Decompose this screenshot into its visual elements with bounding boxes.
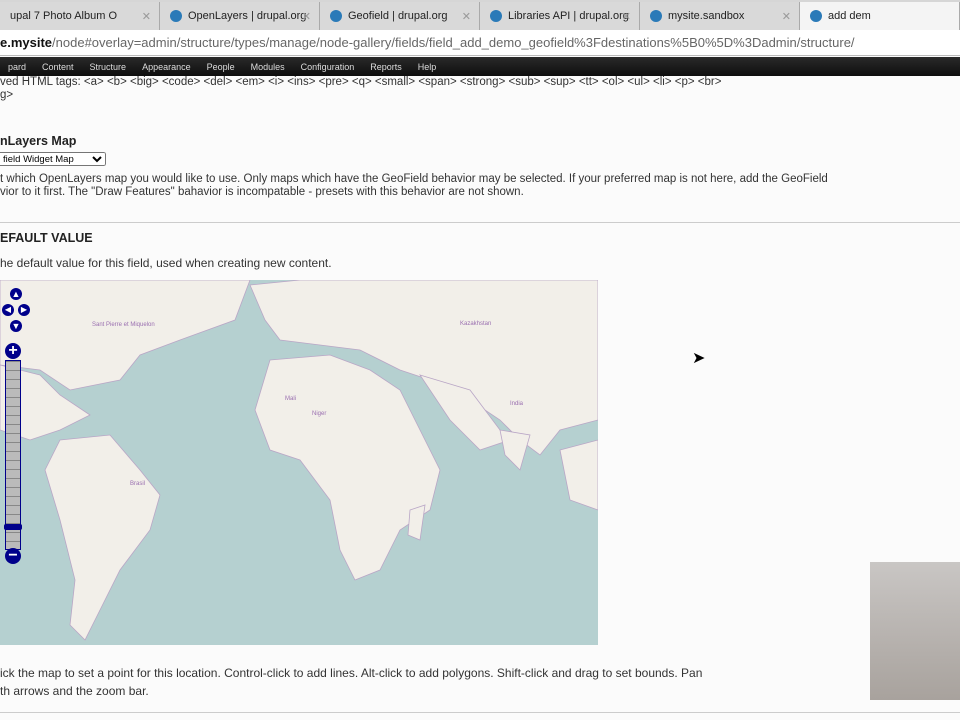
- menu-reports[interactable]: Reports: [362, 62, 410, 72]
- map-description-2: vior to it first. The "Draw Features" ba…: [0, 186, 524, 198]
- map-label: Brasil: [130, 481, 145, 487]
- drupal-icon: [810, 10, 822, 22]
- pan-down-icon[interactable]: ▼: [10, 320, 22, 332]
- tab-label: OpenLayers | drupal.org: [188, 10, 307, 22]
- zoom-slider-handle[interactable]: [4, 524, 22, 530]
- menu-structure[interactable]: Structure: [82, 62, 135, 72]
- close-icon[interactable]: ✕: [782, 10, 791, 23]
- map-label: India: [510, 401, 524, 407]
- close-icon[interactable]: ✕: [142, 10, 151, 23]
- map-label: Niger: [312, 411, 326, 417]
- default-value-description: he default value for this field, used wh…: [0, 256, 332, 270]
- tab-label: Libraries API | drupal.org: [508, 10, 629, 22]
- tab-label: upal 7 Photo Album O: [10, 10, 118, 22]
- pan-right-icon[interactable]: ▶: [18, 304, 30, 316]
- tab-photo-album[interactable]: upal 7 Photo Album O ✕: [0, 2, 160, 30]
- tab-label: add dem: [828, 10, 871, 22]
- tab-add-demo[interactable]: add dem: [800, 2, 960, 30]
- drupal-icon: [490, 10, 502, 22]
- tab-label: mysite.sandbox: [668, 10, 745, 22]
- divider: [0, 222, 960, 223]
- close-icon[interactable]: ✕: [622, 10, 631, 23]
- webcam-overlay: [870, 562, 960, 700]
- menu-configuration[interactable]: Configuration: [293, 62, 363, 72]
- url-path: /node#overlay=admin/structure/types/mana…: [52, 35, 855, 50]
- menu-modules[interactable]: Modules: [243, 62, 293, 72]
- menu-help[interactable]: Help: [410, 62, 445, 72]
- tab-mysite[interactable]: mysite.sandbox ✕: [640, 2, 800, 30]
- admin-toolbar: pard Content Structure Appearance People…: [0, 57, 960, 76]
- world-map-tiles: Sant Pierre et Miquelon Brasil Niger Ind…: [0, 280, 598, 641]
- address-bar[interactable]: e.mysite/node#overlay=admin/structure/ty…: [0, 30, 960, 56]
- close-icon[interactable]: ✕: [462, 10, 471, 23]
- tab-openlayers[interactable]: OpenLayers | drupal.org ✕: [160, 2, 320, 30]
- allowed-tags-text: ved HTML tags: <a> <b> <big> <code> <del…: [0, 76, 722, 88]
- zoom-in-icon[interactable]: +: [5, 343, 21, 359]
- map-help-text-2: th arrows and the zoom bar.: [0, 684, 149, 698]
- close-icon[interactable]: ✕: [302, 10, 311, 23]
- map-help-text: ick the map to set a point for this loca…: [0, 666, 703, 680]
- pan-left-icon[interactable]: ◀: [2, 304, 14, 316]
- zoom-bar[interactable]: [4, 360, 22, 550]
- tab-geofield[interactable]: Geofield | drupal.org ✕: [320, 2, 480, 30]
- openlayers-map-heading: nLayers Map: [0, 134, 77, 148]
- menu-dashboard[interactable]: pard: [0, 62, 34, 72]
- map-select[interactable]: field Widget Map: [0, 152, 106, 166]
- menu-appearance[interactable]: Appearance: [134, 62, 199, 72]
- menu-people[interactable]: People: [199, 62, 243, 72]
- openlayers-map[interactable]: Sant Pierre et Miquelon Brasil Niger Ind…: [0, 280, 598, 645]
- default-value-heading: EFAULT VALUE: [0, 231, 93, 245]
- tab-label: Geofield | drupal.org: [348, 10, 448, 22]
- allowed-tags-text-2: g>: [0, 89, 14, 101]
- drupal-icon: [650, 10, 662, 22]
- zoom-out-icon[interactable]: −: [5, 548, 21, 564]
- map-description: t which OpenLayers map you would like to…: [0, 173, 828, 185]
- drupal-icon: [330, 10, 342, 22]
- pan-arrows[interactable]: ▲ ◀ ▶ ▼: [2, 288, 30, 336]
- map-label: Kazakhstan: [460, 321, 491, 327]
- pan-up-icon[interactable]: ▲: [10, 288, 22, 300]
- browser-tab-bar: upal 7 Photo Album O ✕ OpenLayers | drupa…: [0, 0, 960, 30]
- tab-libraries[interactable]: Libraries API | drupal.org ✕: [480, 2, 640, 30]
- mouse-cursor-icon: ➤: [692, 350, 706, 367]
- divider: [0, 712, 960, 713]
- drupal-icon: [170, 10, 182, 22]
- menu-content[interactable]: Content: [34, 62, 82, 72]
- map-label: Mali: [285, 396, 296, 402]
- url-host: e.mysite: [0, 35, 53, 50]
- map-label: Sant Pierre et Miquelon: [92, 322, 155, 328]
